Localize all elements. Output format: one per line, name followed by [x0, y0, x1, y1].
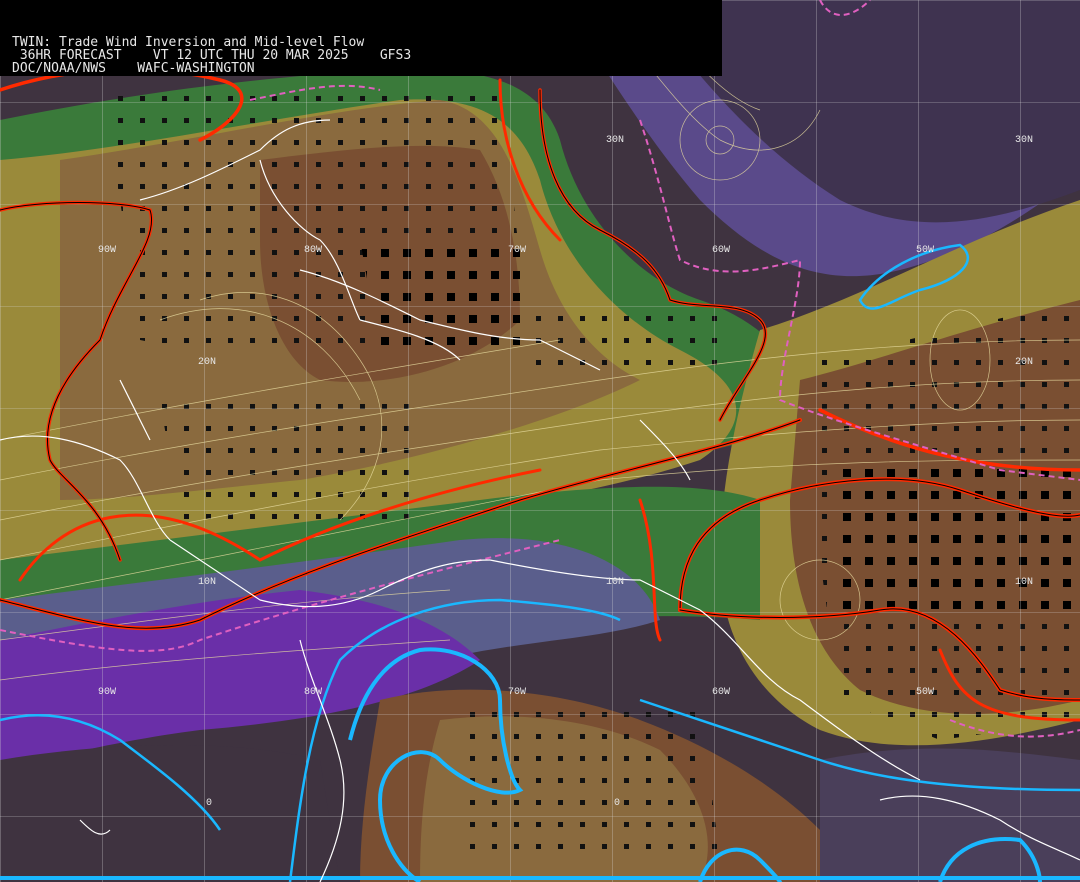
label-lon90-bottom: 90W	[98, 687, 116, 698]
label-lat10e: 10N	[1015, 577, 1033, 588]
label-lat0w: 0	[206, 798, 212, 809]
label-lat0c: 0	[614, 798, 620, 809]
label-lon80-top: 80W	[304, 245, 322, 256]
label-lon60-top: 60W	[712, 245, 730, 256]
label-lon50-top: 50W	[916, 245, 934, 256]
label-lat30e: 30N	[1015, 135, 1033, 146]
label-lat20e: 20N	[1015, 357, 1033, 368]
label-lon70-top: 70W	[508, 245, 526, 256]
label-lon70-bottom: 70W	[508, 687, 526, 698]
label-lon80-bottom: 80W	[304, 687, 322, 698]
label-lat10w: 10N	[198, 577, 216, 588]
label-lat10c: 10N	[606, 577, 624, 588]
label-lat30w: 30N	[606, 135, 624, 146]
label-lon50-bottom: 50W	[916, 687, 934, 698]
weather-map: 30N 30N 20N 20N 10N 10N 10N 0 0 90W 80W …	[0, 0, 1080, 882]
label-lon60-bottom: 60W	[712, 687, 730, 698]
header-panel: TWIN: Trade Wind Inversion and Mid-level…	[0, 0, 722, 76]
latlon-grid	[0, 0, 1080, 882]
label-lon90-top: 90W	[98, 245, 116, 256]
header-agency: DOC/NOAA/NWS WAFC-WASHINGTON	[12, 61, 255, 76]
label-lat20w: 20N	[198, 357, 216, 368]
